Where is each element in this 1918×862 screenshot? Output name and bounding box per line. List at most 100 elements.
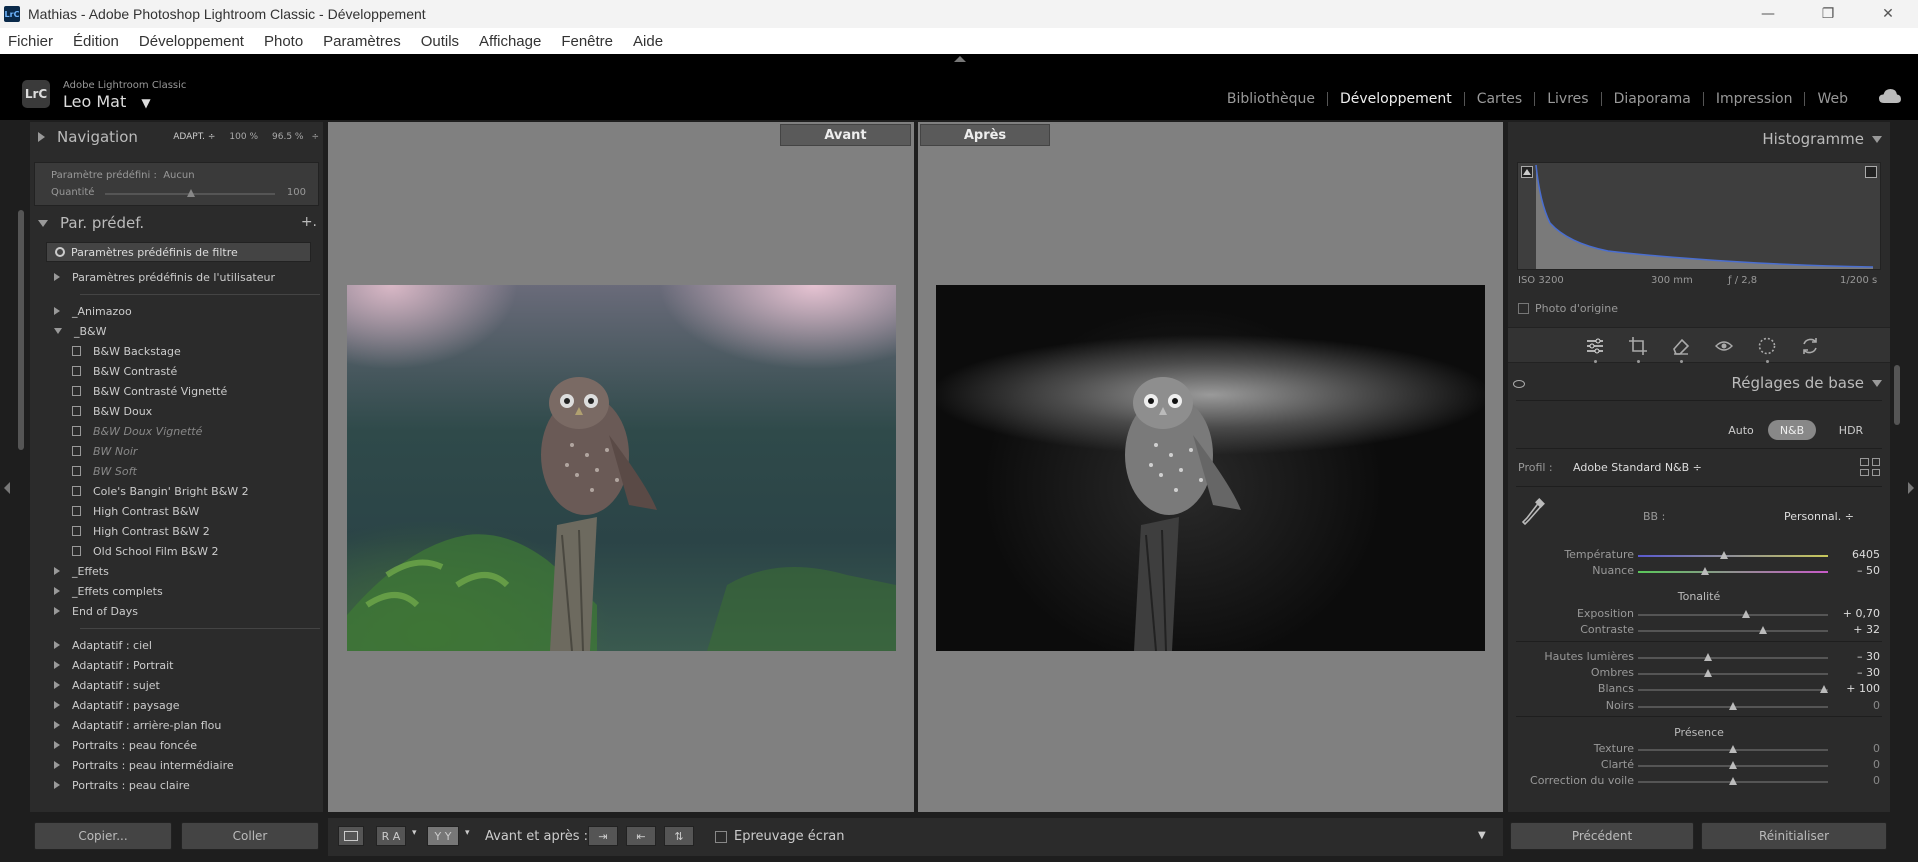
toolbar-dropdown-icon[interactable]: ▼ (1478, 830, 1486, 841)
collapse-arrow-icon[interactable] (54, 641, 60, 649)
preset-group[interactable]: Adaptatif : ciel (30, 636, 152, 654)
preset-group[interactable]: End of Days (30, 602, 138, 620)
preset-group[interactable]: Adaptatif : arrière-plan flou (30, 716, 221, 734)
menu-edition[interactable]: Édition (73, 33, 119, 50)
preset-group[interactable]: _Effets complets (30, 582, 163, 600)
minimize-icon[interactable]: — (1738, 0, 1798, 28)
preset-item[interactable]: Cole's Bangin' Bright B&W 2 (30, 482, 249, 500)
collapse-arrow-icon[interactable] (54, 681, 60, 689)
zoom-fit[interactable]: ADAPT. ÷ (173, 132, 215, 142)
shadow-clipping-icon[interactable] (1521, 166, 1533, 178)
blacks-value[interactable]: 0 (1836, 699, 1880, 712)
preset-group[interactable]: Paramètres prédéfinis de l'utilisateur (30, 268, 275, 286)
clarity-value[interactable]: 0 (1836, 758, 1880, 771)
presets-header[interactable]: Par. prédef. (30, 208, 323, 238)
contrast-slider[interactable] (1638, 630, 1828, 632)
copy-button[interactable]: Copier... (34, 822, 172, 850)
treatment-hdr[interactable]: HDR (1826, 420, 1876, 440)
preset-item[interactable]: B&W Contrasté (30, 362, 177, 380)
blacks-slider-knob[interactable] (1729, 702, 1737, 710)
dehaze-slider-knob[interactable] (1729, 777, 1737, 785)
cloud-sync-icon[interactable] (1878, 88, 1902, 104)
healing-eraser-icon[interactable] (1671, 336, 1691, 356)
module-livres[interactable]: Livres (1534, 92, 1600, 106)
module-diaporama[interactable]: Diaporama (1600, 92, 1703, 106)
catalog-name[interactable]: Leo Mat ▼ (63, 92, 151, 111)
loupe-view-icon[interactable] (338, 826, 364, 846)
before-after-split-button[interactable]: Y Y (427, 826, 459, 846)
shadows-slider-knob[interactable] (1704, 669, 1713, 677)
preset-group[interactable]: Portraits : peau claire (30, 776, 190, 794)
tint-value[interactable]: – 50 (1836, 564, 1880, 577)
histogram-header[interactable]: Histogramme (1508, 124, 1890, 154)
module-developpement[interactable]: Développement (1326, 92, 1464, 106)
dehaze-value[interactable]: 0 (1836, 774, 1880, 787)
histogram[interactable] (1517, 162, 1881, 270)
left-panel-scrollbar[interactable] (18, 210, 24, 450)
right-panel-toggle-icon[interactable] (1908, 482, 1914, 494)
menu-affichage[interactable]: Affichage (479, 33, 541, 50)
original-photo-toggle[interactable]: Photo d'origine (1518, 302, 1618, 315)
left-panel-toggle-icon[interactable] (4, 482, 10, 494)
texture-value[interactable]: 0 (1836, 742, 1880, 755)
highlights-slider[interactable] (1638, 657, 1828, 659)
preset-item[interactable]: B&W Contrasté Vignetté (30, 382, 227, 400)
whites-slider[interactable] (1638, 689, 1828, 691)
menu-fenetre[interactable]: Fenêtre (561, 33, 613, 50)
collapse-arrow-icon[interactable] (54, 761, 60, 769)
temperature-slider[interactable] (1638, 555, 1828, 557)
highlights-slider-knob[interactable] (1704, 653, 1713, 661)
collapse-arrow-icon[interactable] (54, 781, 60, 789)
preset-group[interactable]: Adaptatif : sujet (30, 676, 160, 694)
temperature-slider-knob[interactable] (1719, 551, 1728, 559)
collapse-arrow-icon[interactable] (54, 721, 60, 729)
preset-item[interactable]: BW Soft (30, 462, 137, 480)
menu-photo[interactable]: Photo (264, 33, 303, 50)
preset-group[interactable]: _B&W (30, 322, 107, 340)
reset-button[interactable]: Réinitialiser (1701, 822, 1887, 850)
menu-parametres[interactable]: Paramètres (323, 33, 401, 50)
paste-button[interactable]: Coller (181, 822, 319, 850)
amount-slider-knob[interactable] (187, 189, 195, 197)
preset-filter[interactable]: Paramètres prédéfinis de filtre (46, 242, 311, 262)
highlight-clipping-icon[interactable] (1865, 166, 1877, 178)
preset-item[interactable]: B&W Doux Vignetté (30, 422, 202, 440)
preset-group[interactable]: Adaptatif : paysage (30, 696, 180, 714)
catalog-dropdown-icon[interactable]: ▼ (141, 96, 150, 110)
menu-developpement[interactable]: Développement (139, 33, 244, 50)
preset-group[interactable]: Portraits : peau foncée (30, 736, 197, 754)
module-impression[interactable]: Impression (1702, 92, 1805, 106)
collapse-arrow-icon[interactable] (54, 741, 60, 749)
add-preset-icon[interactable]: +. (301, 214, 317, 230)
collapse-arrow-icon[interactable] (54, 701, 60, 709)
profile-dropdown[interactable]: Adobe Standard N&B ÷ (1573, 461, 1702, 474)
collapse-arrow-icon[interactable] (54, 567, 60, 575)
preset-item[interactable]: B&W Doux (30, 402, 152, 420)
preset-group[interactable]: _Animazoo (30, 302, 132, 320)
softproof-checkbox[interactable] (715, 831, 727, 843)
tint-slider[interactable] (1638, 571, 1828, 573)
collapse-arrow-icon[interactable] (54, 273, 60, 281)
red-eye-icon[interactable] (1714, 336, 1734, 356)
preset-item[interactable]: B&W Backstage (30, 342, 181, 360)
preset-group[interactable]: _Effets (30, 562, 109, 580)
module-bibliotheque[interactable]: Bibliothèque (1215, 92, 1327, 106)
restore-icon[interactable]: ❐ (1798, 0, 1858, 28)
treatment-bw[interactable]: N&B (1768, 420, 1816, 440)
transform-icon[interactable] (1800, 336, 1820, 356)
crop-icon[interactable] (1628, 336, 1648, 356)
edit-sliders-icon[interactable] (1585, 336, 1605, 356)
previous-button[interactable]: Précédent (1510, 822, 1694, 850)
preset-item[interactable]: BW Noir (30, 442, 137, 460)
before-photo[interactable] (347, 285, 896, 651)
right-panel-scrollbar[interactable] (1894, 365, 1900, 425)
before-after-lr-button[interactable]: R A (376, 826, 406, 846)
shadows-value[interactable]: – 30 (1836, 666, 1880, 679)
treatment-auto[interactable]: Auto (1716, 420, 1766, 440)
menu-aide[interactable]: Aide (633, 33, 663, 50)
menu-outils[interactable]: Outils (421, 33, 459, 50)
temperature-value[interactable]: 6405 (1836, 548, 1880, 561)
masking-icon[interactable] (1757, 336, 1777, 356)
zoom-100[interactable]: 100 % (229, 132, 258, 142)
basic-panel-header[interactable]: Réglages de base (1508, 368, 1890, 398)
